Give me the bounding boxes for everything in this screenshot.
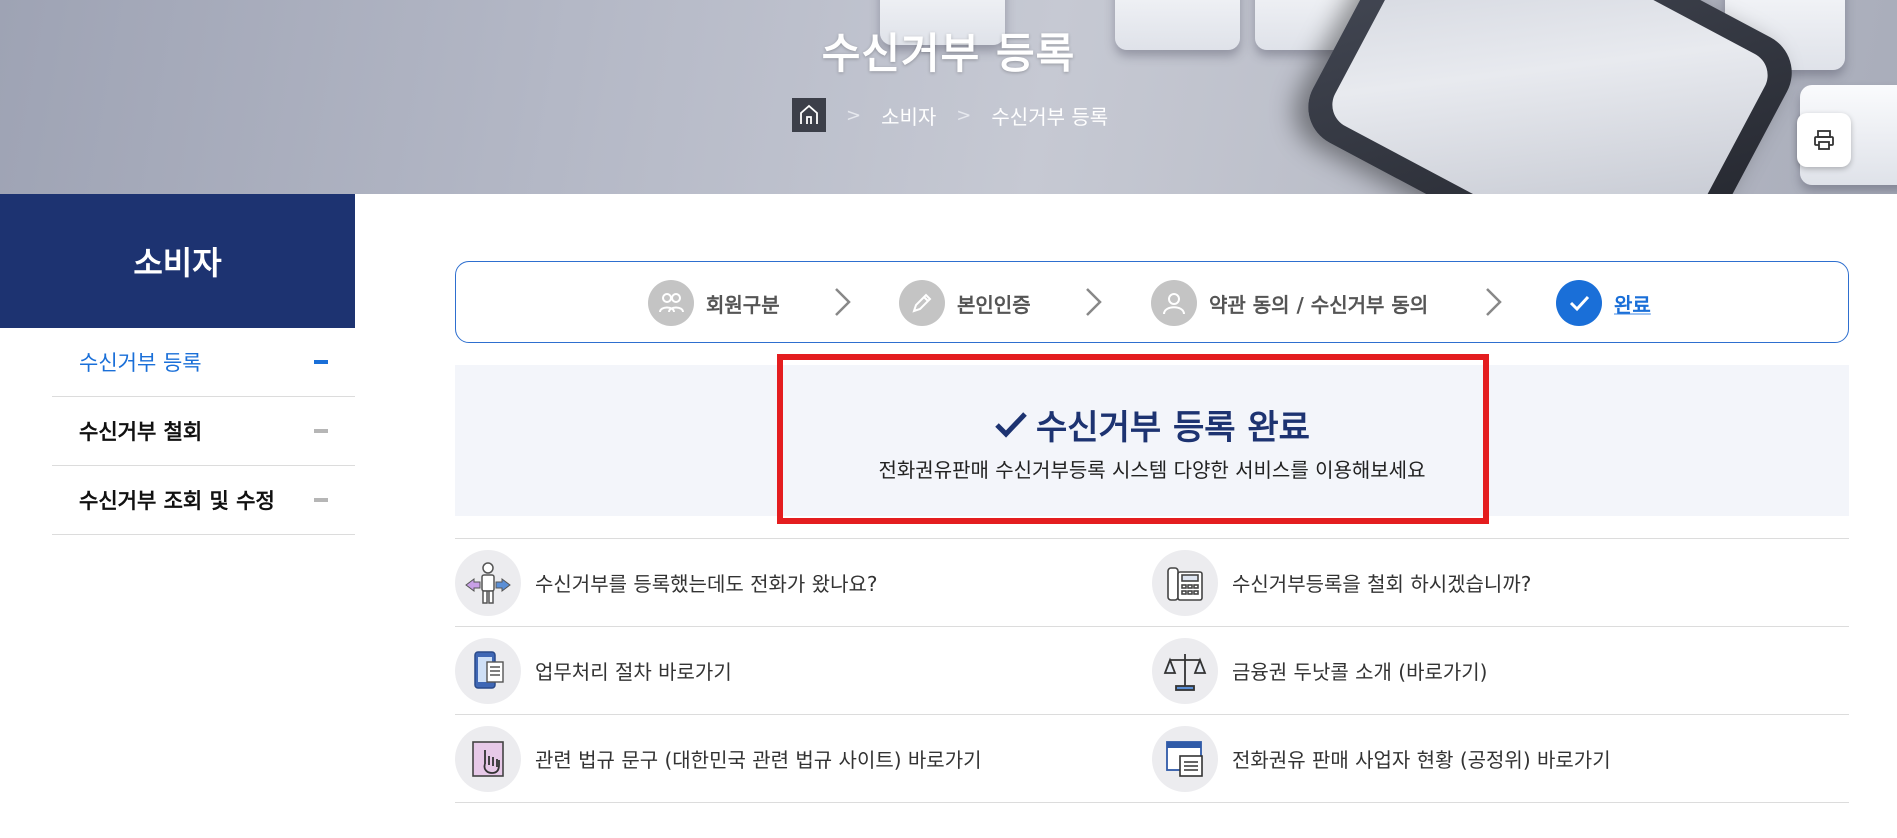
link-label: 수신거부등록을 철회 하시겠습니까?	[1232, 572, 1532, 596]
sidebar-heading: 소비자	[0, 194, 355, 328]
link-row: 업무처리 절차 바로가기 금융권 두낫콜 소개 (바로가기)	[455, 627, 1849, 715]
progress-steps: 회원구분 본인인증 약관 동의 / 수신거부 동의 완료	[455, 261, 1849, 343]
link-still-receiving-calls[interactable]: 수신거부를 등록했는데도 전화가 왔나요?	[455, 539, 1152, 626]
link-label: 전화권유 판매 사업자 현황 (공정위) 바로가기	[1232, 748, 1611, 772]
breadcrumb: > 소비자 > 수신거부 등록	[792, 98, 1108, 132]
chevron-right-icon	[1086, 288, 1102, 316]
scales-icon	[1152, 637, 1218, 704]
link-row: 관련 법규 문구 (대한민국 관련 법규 사이트) 바로가기 전화권유 판매 사…	[455, 715, 1849, 803]
sidebar-item-label: 수신거부 조회 및 수정	[79, 489, 275, 513]
home-icon[interactable]	[792, 98, 826, 132]
minus-icon	[314, 429, 328, 433]
link-withdraw-registration[interactable]: 수신거부등록을 철회 하시겠습니까?	[1152, 539, 1849, 626]
mobile-document-icon	[455, 637, 521, 704]
chevron-right-icon	[1486, 288, 1502, 316]
link-related-laws[interactable]: 관련 법규 문구 (대한민국 관련 법규 사이트) 바로가기	[455, 715, 1152, 802]
breadcrumb-separator: >	[846, 104, 862, 126]
user-icon	[1151, 280, 1197, 326]
minus-icon	[314, 498, 328, 502]
quick-links: 수신거부를 등록했는데도 전화가 왔나요? 수신거부등록을 철회 하시겠습니까?	[455, 538, 1849, 803]
chevron-right-icon	[835, 288, 851, 316]
completion-title-row: 수신거부 등록 완료	[455, 400, 1849, 449]
print-button[interactable]	[1797, 113, 1851, 167]
sidebar-item-label: 수신거부 등록	[79, 351, 202, 375]
breadcrumb-item-consumer[interactable]: 소비자	[881, 101, 936, 130]
link-label: 수신거부를 등록했는데도 전화가 왔나요?	[535, 572, 878, 596]
page-banner: 수신거부 등록 > 소비자 > 수신거부 등록	[0, 0, 1897, 194]
sidebar-item-label: 수신거부 철회	[79, 420, 203, 444]
completion-subtitle: 전화권유판매 수신거부등록 시스템 다양한 서비스를 이용해보세요	[878, 458, 1426, 482]
person-arrows-icon	[455, 549, 521, 616]
link-financial-donotcall[interactable]: 금융권 두낫콜 소개 (바로가기)	[1152, 627, 1849, 714]
sidebar-menu: 수신거부 등록 수신거부 철회 수신거부 조회 및 수정	[52, 328, 355, 535]
link-row: 수신거부를 등록했는데도 전화가 왔나요? 수신거부등록을 철회 하시겠습니까?	[455, 539, 1849, 627]
step-identity-verification: 본인인증	[899, 280, 1031, 326]
minus-icon	[314, 360, 328, 364]
link-process-procedure[interactable]: 업무처리 절차 바로가기	[455, 627, 1152, 714]
link-business-status[interactable]: 전화권유 판매 사업자 현황 (공정위) 바로가기	[1152, 715, 1849, 802]
step-terms-agreement: 약관 동의 / 수신거부 동의	[1151, 280, 1428, 326]
step-complete: 완료	[1556, 280, 1651, 326]
sidebar-item-register[interactable]: 수신거부 등록	[52, 328, 355, 397]
breadcrumb-item-current: 수신거부 등록	[991, 104, 1109, 129]
link-label: 금융권 두낫콜 소개 (바로가기)	[1232, 660, 1488, 684]
checkmark-icon	[995, 411, 1027, 438]
browser-list-icon	[1152, 725, 1218, 792]
fax-phone-icon	[1152, 549, 1218, 616]
hand-pointer-icon	[455, 725, 521, 792]
users-icon	[648, 280, 694, 326]
printer-icon	[1814, 130, 1834, 150]
pencil-icon	[899, 280, 945, 326]
link-label: 업무처리 절차 바로가기	[535, 660, 732, 684]
step-member-type: 회원구분	[648, 280, 780, 326]
check-icon	[1556, 280, 1602, 326]
breadcrumb-separator: >	[956, 104, 972, 126]
page-title: 수신거부 등록	[821, 29, 1076, 78]
sidebar-item-withdraw[interactable]: 수신거부 철회	[52, 397, 355, 466]
sidebar-item-lookup[interactable]: 수신거부 조회 및 수정	[52, 466, 355, 535]
completion-title: 수신거부 등록 완료	[1036, 408, 1310, 448]
link-label: 관련 법규 문구 (대한민국 관련 법규 사이트) 바로가기	[535, 748, 982, 772]
